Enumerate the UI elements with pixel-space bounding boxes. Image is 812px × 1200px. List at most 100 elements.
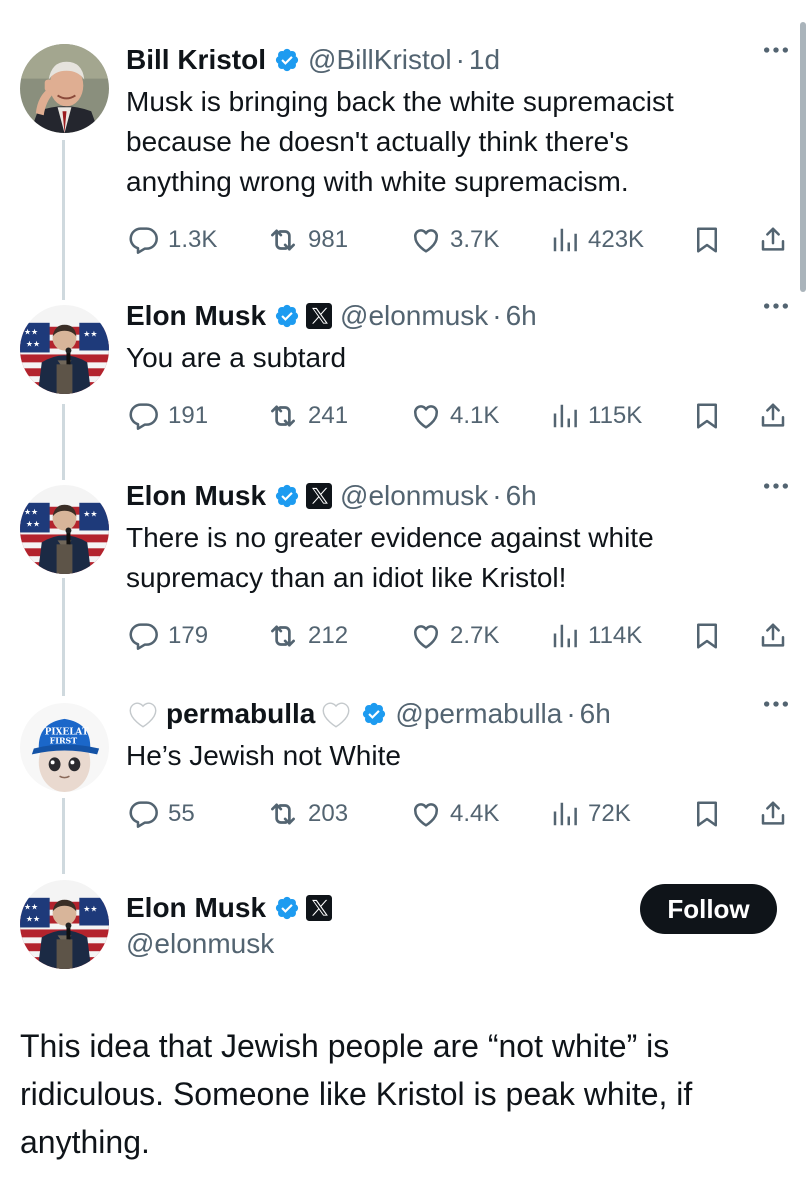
repost-count: 241 (308, 402, 349, 429)
avatar-elon-musk-main[interactable] (20, 880, 109, 969)
share-button[interactable] (758, 220, 788, 260)
timestamp[interactable]: 1d (469, 44, 500, 76)
tweet[interactable]: permabulla @permabulla · 6h He’s Jewish … (126, 694, 792, 834)
verified-icon (274, 303, 300, 329)
reply-count: 1.3K (168, 226, 218, 253)
more-icon[interactable] (762, 298, 790, 316)
views-count: 423K (588, 226, 645, 253)
share-icon (758, 621, 788, 651)
like-count: 2.7K (450, 622, 500, 649)
tweet-header: Elon Musk @elonmusk · 6h (126, 296, 792, 336)
verified-icon (274, 483, 300, 509)
views-button[interactable]: 423K (550, 220, 644, 260)
author-handle[interactable]: @elonmusk (340, 480, 488, 512)
tweet[interactable]: Bill Kristol @BillKristol · 1d Musk is b… (126, 40, 792, 260)
avatar-elon-musk[interactable] (20, 305, 109, 394)
repost-count: 203 (308, 800, 349, 827)
bookmark-button[interactable] (692, 396, 722, 436)
views-button[interactable]: 115K (550, 396, 642, 436)
like-icon (410, 620, 442, 652)
repost-button[interactable]: 212 (266, 616, 348, 656)
tweet-text-line: This idea that Jewish people are “not wh… (20, 1028, 670, 1064)
main-tweet-text: This idea that Jewish people are “not wh… (20, 1022, 782, 1166)
views-count: 114K (588, 622, 643, 649)
author-name[interactable]: permabulla (166, 698, 315, 730)
thread-line (62, 578, 65, 696)
views-icon (550, 401, 580, 431)
like-count: 4.1K (450, 402, 500, 429)
more-icon[interactable] (762, 478, 790, 496)
tweet-text-line: Musk is bringing back the white supremac… (126, 86, 674, 117)
author-handle[interactable]: @permabulla (395, 698, 562, 730)
thread-line (62, 798, 65, 874)
tweet-text-line: supremacy than an idiot like Kristol! (126, 562, 567, 593)
repost-button[interactable]: 241 (266, 396, 348, 436)
verified-icon (274, 47, 300, 73)
repost-icon (266, 223, 300, 257)
tweet-text: Musk is bringing back the white supremac… (126, 82, 792, 202)
share-icon (758, 225, 788, 255)
repost-button[interactable]: 203 (266, 794, 348, 834)
verified-icon (274, 895, 300, 921)
tweet-text-line: There is no greater evidence against whi… (126, 522, 654, 553)
repost-icon (266, 399, 300, 433)
reply-icon (128, 400, 160, 432)
tweet-text-line: ridiculous. Someone like Kristol is peak… (20, 1076, 693, 1112)
views-count: 72K (588, 800, 631, 827)
x-logo-icon (306, 483, 332, 509)
bookmark-button[interactable] (692, 616, 722, 656)
tweet[interactable]: Elon Musk @elonmusk · 6h There is no gre… (126, 476, 792, 656)
like-button[interactable]: 3.7K (410, 220, 499, 260)
more-icon[interactable] (762, 42, 790, 60)
timestamp[interactable]: 6h (506, 480, 537, 512)
timestamp[interactable]: 6h (506, 300, 537, 332)
share-button[interactable] (758, 616, 788, 656)
tweet-text: You are a subtard (126, 338, 792, 378)
repost-icon (266, 619, 300, 653)
reply-button[interactable]: 1.3K (128, 220, 217, 260)
reply-button[interactable]: 55 (128, 794, 195, 834)
x-logo-icon (306, 895, 332, 921)
views-icon (550, 799, 580, 829)
like-count: 4.4K (450, 800, 500, 827)
tweet-actions: 179 212 2.7K 114K (126, 616, 792, 656)
tweet-actions: 191 241 4.1K 115K (126, 396, 792, 436)
bookmark-button[interactable] (692, 220, 722, 260)
like-button[interactable]: 2.7K (410, 616, 499, 656)
tweet-actions: 55 203 4.4K 72K (126, 794, 792, 834)
views-button[interactable]: 72K (550, 794, 631, 834)
separator-dot: · (455, 44, 465, 75)
timestamp[interactable]: 6h (580, 698, 611, 730)
verified-icon (361, 701, 387, 727)
reply-button[interactable]: 179 (128, 616, 208, 656)
reply-button[interactable]: 191 (128, 396, 208, 436)
views-button[interactable]: 114K (550, 616, 642, 656)
author-name[interactable]: Elon Musk (126, 480, 266, 512)
views-icon (550, 225, 580, 255)
tweet[interactable]: Elon Musk @elonmusk · 6h You are a subta… (126, 296, 792, 436)
reply-count: 191 (168, 402, 209, 429)
share-button[interactable] (758, 396, 788, 436)
like-button[interactable]: 4.4K (410, 794, 499, 834)
reply-icon (128, 620, 160, 652)
author-name[interactable]: Elon Musk (126, 300, 266, 332)
bookmark-button[interactable] (692, 794, 722, 834)
follow-button[interactable]: Follow (640, 884, 777, 934)
scrollbar[interactable] (800, 22, 806, 292)
avatar-permabulla[interactable] (20, 703, 109, 792)
repost-count: 212 (308, 622, 349, 649)
author-handle[interactable]: @BillKristol (308, 44, 452, 76)
author-name[interactable]: Elon Musk (126, 892, 266, 924)
author-handle[interactable]: @elonmusk (340, 300, 488, 332)
like-button[interactable]: 4.1K (410, 396, 499, 436)
repost-button[interactable]: 981 (266, 220, 348, 260)
more-icon[interactable] (762, 696, 790, 714)
bookmark-icon (692, 401, 722, 431)
tweet-text: There is no greater evidence against whi… (126, 518, 792, 598)
reply-count: 55 (168, 800, 195, 827)
tweet-text-line: You are a subtard (126, 342, 347, 373)
avatar-bill-kristol[interactable] (20, 44, 109, 133)
share-button[interactable] (758, 794, 788, 834)
author-name[interactable]: Bill Kristol (126, 44, 266, 76)
avatar-elon-musk[interactable] (20, 485, 109, 574)
